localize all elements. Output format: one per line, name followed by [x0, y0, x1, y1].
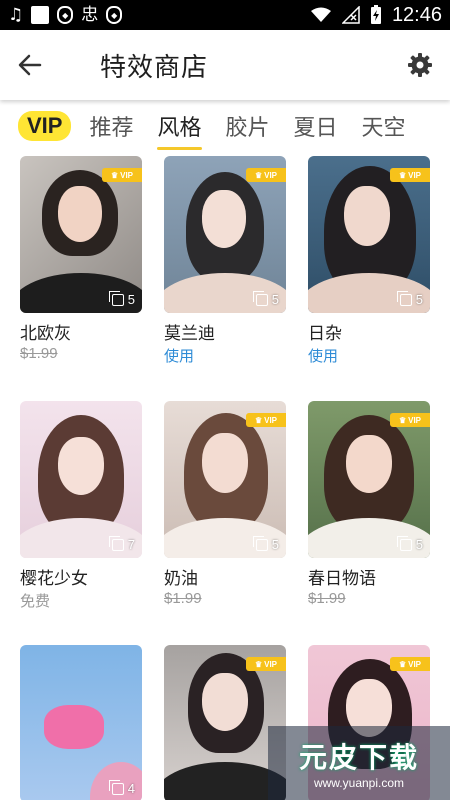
portrait-image [20, 645, 142, 800]
crown-icon: ♛ [254, 170, 263, 180]
copy-icon [252, 290, 268, 306]
effect-card[interactable]: 7 樱花少女 免费 [20, 401, 142, 611]
effect-price: $1.99 [20, 345, 58, 362]
back-arrow-icon [18, 54, 42, 76]
copy-icon [108, 290, 124, 306]
effect-card[interactable]: ♛ VIP 5 春日物语 $1.99 [308, 401, 430, 607]
effect-card[interactable]: ♛ VIP 5 北欧灰 $1.99 [20, 156, 142, 362]
effect-name: 奶油 [164, 569, 198, 589]
app-bar: 特效商店 [0, 30, 450, 100]
effect-name: 春日物语 [308, 569, 376, 589]
watermark-text: 元皮下载 [298, 741, 419, 774]
effect-card[interactable]: ♛ VIP 5 奶油 $1.99 [164, 401, 286, 607]
vip-badge: ♛ VIP [246, 657, 286, 671]
vip-badge: ♛ VIP [246, 413, 286, 427]
vip-badge: ♛ VIP [102, 168, 142, 182]
effect-thumbnail[interactable]: 4 [20, 645, 142, 800]
clock: 12:46 [391, 3, 442, 26]
effect-name: 樱花少女 [20, 569, 88, 589]
watermark-url: www.yuanpi.com [313, 776, 405, 790]
copy-icon [252, 535, 268, 551]
music-note-icon: ♫ [8, 4, 24, 25]
back-button[interactable] [0, 30, 60, 100]
use-link[interactable]: 使用 [164, 345, 286, 366]
square-icon [31, 6, 50, 24]
settings-button[interactable] [390, 30, 450, 100]
effect-price: 免费 [20, 593, 51, 610]
effect-price: $1.99 [308, 590, 346, 607]
crown-icon: ♛ [398, 170, 407, 180]
status-bar: ♫ ◆ 忠 ◆ 12:46 [0, 0, 450, 30]
filter-count: 5 [396, 290, 423, 307]
crown-icon: ♛ [398, 415, 407, 425]
app-icon: 忠 [81, 4, 99, 25]
effect-thumbnail[interactable]: ♛ VIP 5 [20, 156, 142, 313]
crown-icon: ♛ [398, 659, 407, 669]
shield-icon: ◆ [57, 6, 74, 24]
tab-summer[interactable]: 夏日 [294, 110, 338, 142]
tab-film[interactable]: 胶片 [226, 110, 270, 142]
watermark: 元皮下载 www.yuanpi.com [268, 726, 450, 800]
vip-badge: ♛ VIP [246, 168, 286, 182]
portrait-image [20, 401, 142, 558]
no-signal-icon [341, 6, 360, 24]
filter-count: 5 [252, 290, 279, 307]
effect-name: 日杂 [308, 324, 342, 344]
copy-icon [108, 535, 124, 551]
crown-icon: ♛ [110, 170, 119, 180]
filter-count: 4 [108, 779, 135, 796]
filter-count: 7 [108, 535, 135, 552]
effect-card[interactable]: ♛ VIP 5 日杂 使用 [308, 156, 430, 366]
vip-badge: ♛ VIP [390, 657, 430, 671]
effect-price: $1.99 [164, 590, 202, 607]
copy-icon [396, 535, 412, 551]
filter-count: 5 [396, 535, 423, 552]
filter-count: 5 [252, 535, 279, 552]
crown-icon: ♛ [254, 415, 263, 425]
effect-name: 莫兰迪 [164, 324, 215, 344]
effect-thumbnail[interactable]: ♛ VIP 5 [164, 156, 286, 313]
tab-style[interactable]: 风格 [157, 110, 202, 150]
vip-badge: ♛ VIP [390, 168, 430, 182]
copy-icon [396, 290, 412, 306]
battery-charging-icon [370, 5, 381, 24]
copy-icon [108, 779, 124, 795]
effect-thumbnail[interactable]: ♛ VIP 5 [164, 401, 286, 558]
gear-icon [408, 53, 432, 77]
effect-thumbnail[interactable]: 7 [20, 401, 142, 558]
crown-icon: ♛ [254, 659, 263, 669]
effect-name: 北欧灰 [20, 324, 71, 344]
effect-card[interactable]: 4 [20, 645, 142, 800]
effect-card[interactable]: ♛ VIP 5 莫兰迪 使用 [164, 156, 286, 366]
wifi-icon [310, 7, 331, 22]
category-tabs: VIP 推荐 风格 胶片 夏日 天空 [0, 100, 450, 152]
use-link[interactable]: 使用 [308, 345, 430, 366]
effect-thumbnail[interactable]: ♛ VIP 5 [308, 401, 430, 558]
filter-count: 5 [108, 290, 135, 307]
effect-thumbnail[interactable]: ♛ VIP 5 [308, 156, 430, 313]
tab-sky[interactable]: 天空 [362, 110, 406, 142]
shield-icon: ◆ [106, 6, 123, 24]
tab-recommended[interactable]: 推荐 [89, 110, 133, 142]
vip-badge: ♛ VIP [390, 413, 430, 427]
tab-vip[interactable]: VIP [18, 111, 72, 141]
page-title: 特效商店 [100, 52, 209, 83]
